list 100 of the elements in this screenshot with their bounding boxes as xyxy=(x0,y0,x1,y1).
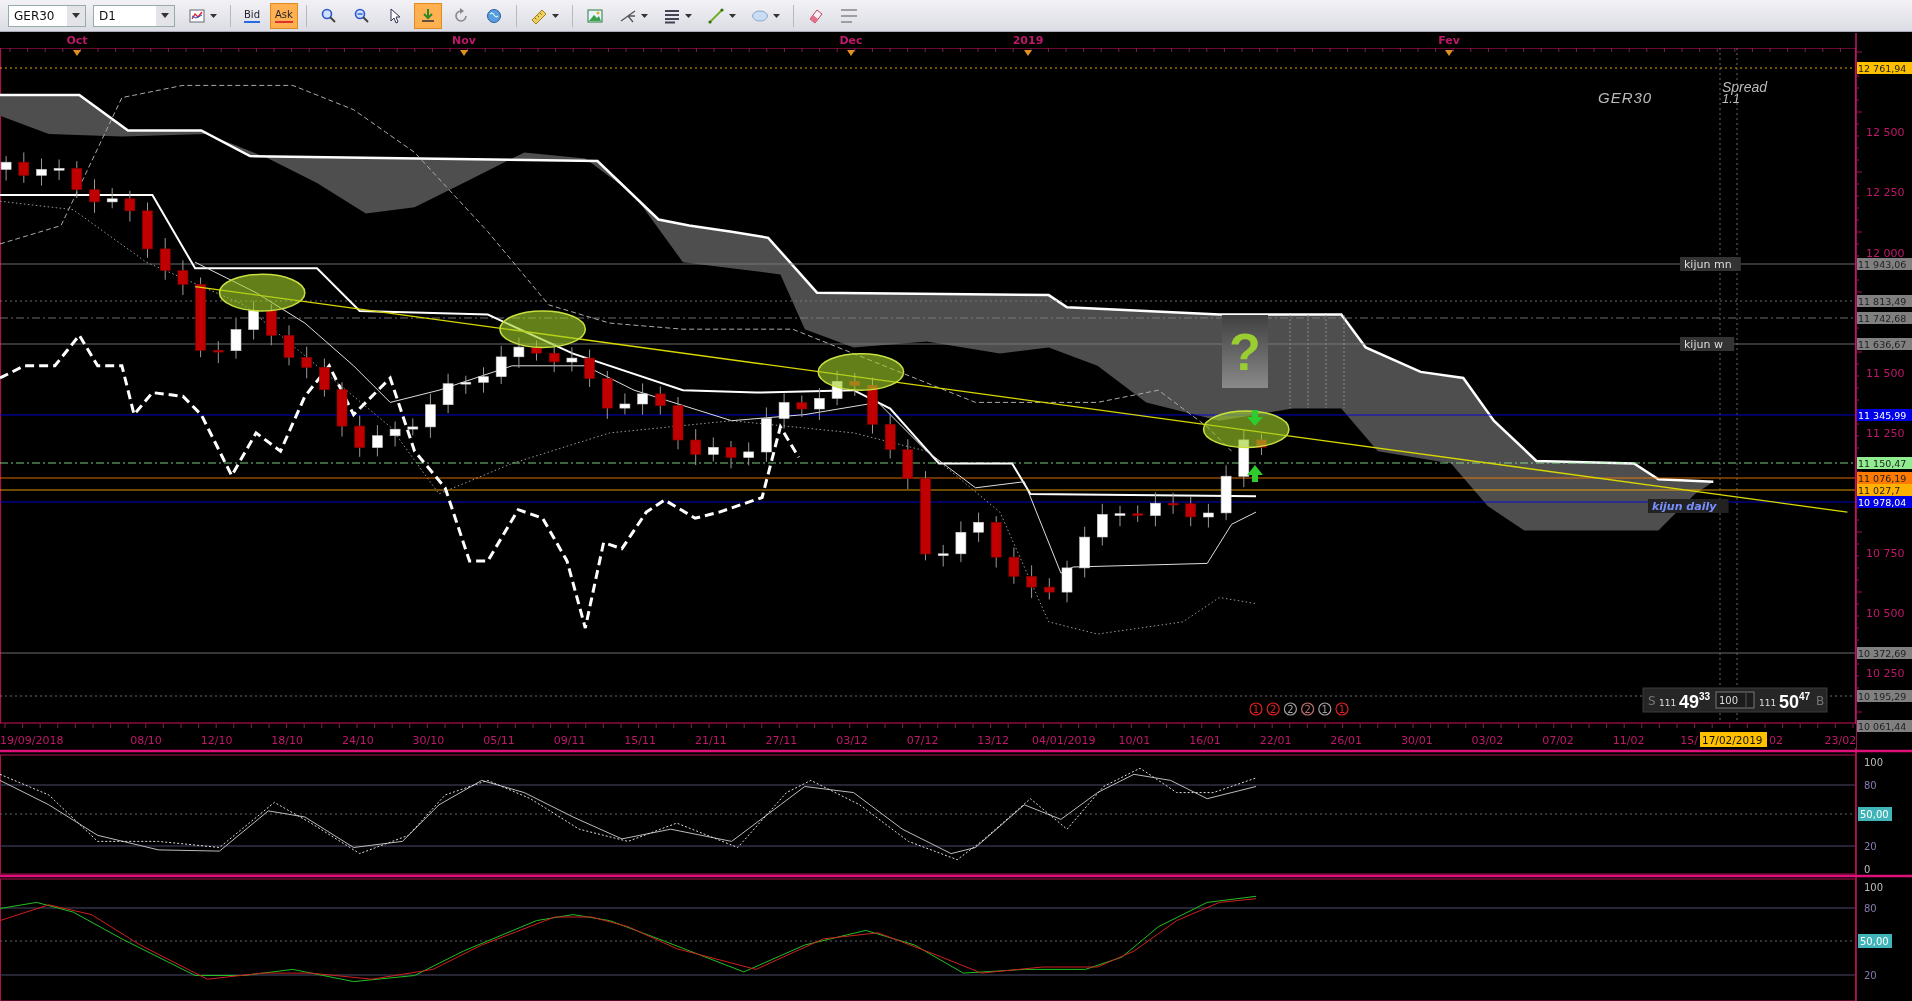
candlestick xyxy=(743,441,754,466)
candlestick xyxy=(53,159,65,181)
question-panel: ? xyxy=(1222,315,1268,388)
triangle-icon xyxy=(1024,50,1032,56)
date-label: 16/01 xyxy=(1189,734,1221,747)
volume-label: 111 xyxy=(1659,698,1677,708)
date-label: 19/09/2018 xyxy=(0,734,64,747)
candlestick xyxy=(301,346,312,379)
numbered-marker: 2 xyxy=(1301,702,1315,716)
month-label: Fev xyxy=(1438,34,1460,47)
sell-price: 49$^{33}$ xyxy=(1679,691,1711,712)
candlestick xyxy=(1203,503,1214,528)
axis-label: 20 xyxy=(1864,970,1877,981)
axis-label: 100 xyxy=(1864,882,1884,893)
caret-icon xyxy=(210,13,217,18)
price-tag: 10 195,29 xyxy=(1857,690,1912,702)
quantity-field[interactable]: 100 xyxy=(1715,691,1755,709)
date-label: 26/01 xyxy=(1330,734,1363,747)
candlestick xyxy=(0,155,12,181)
date-label: 12/10 xyxy=(200,734,233,747)
symbol-label: GER30 xyxy=(1598,89,1653,106)
candlestick xyxy=(1114,505,1126,527)
zoom-out-icon xyxy=(352,6,371,25)
axis-label: 10 500 xyxy=(1866,607,1905,620)
candlestick xyxy=(1008,547,1020,585)
candlestick xyxy=(177,259,189,296)
axis-label: 12 500 xyxy=(1866,126,1905,139)
candlestick xyxy=(159,237,171,281)
candlestick xyxy=(18,151,30,184)
price-tag: 11 027,7 xyxy=(1857,484,1912,496)
down-arrow-icon xyxy=(1247,410,1263,426)
triangle-icon xyxy=(1445,50,1453,56)
candlestick xyxy=(637,382,648,416)
symbol-dropdown[interactable]: GER30 xyxy=(8,4,86,27)
candlestick xyxy=(672,396,684,450)
ask-button[interactable]: Ask xyxy=(270,2,298,29)
candlestick xyxy=(1026,564,1037,599)
date-label: 23/02 xyxy=(1824,734,1857,747)
chart-icon xyxy=(188,6,206,25)
candlestick xyxy=(619,392,631,415)
price-tag: 10 372,69 xyxy=(1857,647,1912,659)
date-label: 18/10 xyxy=(271,734,304,747)
date-label: 27/11 xyxy=(765,734,798,747)
level-label: kijun daily xyxy=(1648,499,1729,513)
axis-label: 11 250 xyxy=(1866,427,1905,440)
candlestick xyxy=(442,373,454,414)
globe-icon xyxy=(484,6,503,25)
axis-label: 20 xyxy=(1864,841,1877,852)
axis-label: 10 750 xyxy=(1866,547,1905,560)
cursor-date-label: 17/02/2019 xyxy=(1700,732,1767,747)
month-label: Oct xyxy=(66,34,88,47)
date-label: 02 xyxy=(1769,734,1783,747)
date-label: 15/11 xyxy=(624,734,657,747)
axis-value-tag: 50,00 xyxy=(1858,934,1892,948)
axis-label: 80 xyxy=(1864,780,1877,791)
month-label: Nov xyxy=(452,34,476,47)
candlestick xyxy=(1132,505,1143,523)
candlestick xyxy=(548,342,560,373)
candlestick xyxy=(1079,526,1090,578)
timeframe-dropdown[interactable]: D1 xyxy=(93,4,175,27)
candlestick xyxy=(142,202,153,259)
date-label: 03/12 xyxy=(836,734,868,747)
caret-icon xyxy=(640,13,648,18)
price-tag: 11 636,67 xyxy=(1857,338,1912,350)
volume-label: 111 xyxy=(1759,698,1777,708)
auto-scroll-button[interactable] xyxy=(413,2,442,29)
candlestick xyxy=(354,415,365,458)
numbered-marker: 2 xyxy=(1283,702,1297,716)
candlestick xyxy=(389,421,401,447)
candlestick xyxy=(213,340,224,364)
triangle-icon xyxy=(847,50,855,56)
axis-label: 12 250 xyxy=(1866,186,1905,199)
candlestick xyxy=(283,324,295,366)
level-label: kijun w xyxy=(1680,337,1735,351)
candlestick xyxy=(407,417,419,436)
level-label: kijun mn xyxy=(1680,257,1741,271)
caret-icon xyxy=(728,13,736,18)
candlestick xyxy=(814,387,825,421)
candlestick xyxy=(1238,429,1250,488)
candlestick xyxy=(725,440,737,469)
zoom-in-icon xyxy=(319,6,338,25)
buy-price: 50$^{47}$ xyxy=(1779,691,1811,712)
candlestick xyxy=(937,544,949,567)
candlestick xyxy=(884,413,896,459)
candlestick xyxy=(655,386,666,416)
candlestick xyxy=(124,190,136,222)
candlestick xyxy=(248,300,259,340)
bid-button[interactable]: Bid xyxy=(239,2,265,29)
price-tag: 11 150,47 xyxy=(1857,457,1912,469)
candlestick xyxy=(372,424,383,457)
candlestick xyxy=(902,438,914,490)
candlestick xyxy=(478,366,489,394)
axis-label: 12 000 xyxy=(1866,247,1905,260)
price-tag: 10 061,44 xyxy=(1857,720,1912,732)
price-tag: 11 813,49 xyxy=(1857,295,1912,307)
candlestick xyxy=(761,407,772,463)
caret-icon xyxy=(551,13,559,18)
price-tag: 11 345,99 xyxy=(1857,409,1912,421)
numbered-marker: 1 xyxy=(1249,702,1263,716)
candlestick xyxy=(89,178,100,214)
